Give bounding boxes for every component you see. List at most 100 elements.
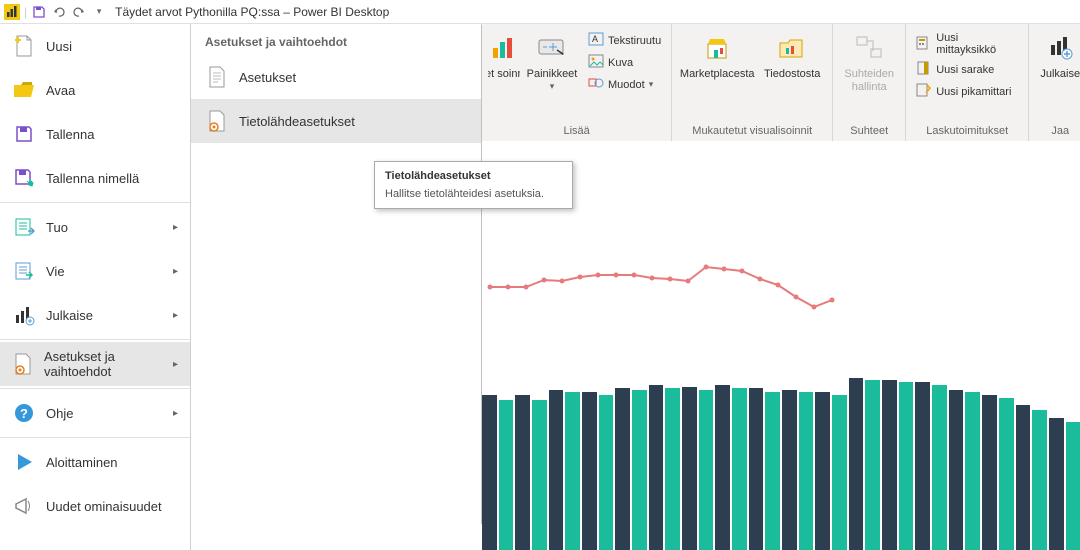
bar-dark <box>949 390 964 550</box>
publish-button[interactable]: Julkaise <box>1035 28 1080 85</box>
ribbon-group-relationships: Suhteiden hallinta Suhteet <box>833 24 906 141</box>
chevron-down-icon: ▾ <box>649 79 654 90</box>
export-icon <box>12 259 36 283</box>
submenu-title: Asetukset ja vaihtoehdot <box>191 25 481 55</box>
bar-dark <box>482 395 497 550</box>
file-menu-saveas[interactable]: Tallenna nimellä <box>0 156 190 200</box>
redo-icon[interactable] <box>71 4 87 20</box>
bar-dark <box>1049 418 1064 550</box>
file-menu-import[interactable]: Tuo ▸ <box>0 205 190 249</box>
ribbon-group-insert: det soinnit Painikkeet ▾ A Tekstiruutu <box>482 24 672 141</box>
bar-teal <box>765 392 780 550</box>
visuals-button-partial[interactable]: det soinnit <box>488 28 520 85</box>
publish-icon <box>12 303 36 327</box>
submenu-datasource-label: Tietolähdeasetukset <box>239 114 355 129</box>
bar-teal <box>499 400 514 550</box>
textbox-label: Tekstiruutu <box>608 35 661 47</box>
relationships-icon <box>853 32 885 64</box>
folder-icon <box>776 32 808 64</box>
shapes-button[interactable]: Muodot ▾ <box>584 74 665 95</box>
bar-teal <box>832 395 847 550</box>
submenu-item-datasource[interactable]: Tietolähdeasetukset <box>191 99 481 143</box>
file-menu-new[interactable]: Uusi <box>0 24 190 68</box>
bar-dark <box>615 388 630 550</box>
bar-dark <box>1016 405 1031 550</box>
file-menu: Uusi Avaa Tallenna Tallenna nimellä Tuo … <box>0 24 191 550</box>
bar-dark <box>882 380 897 550</box>
buttons-button[interactable]: Painikkeet ▾ <box>522 28 582 96</box>
file-menu-getting-started[interactable]: Aloittaminen <box>0 440 190 484</box>
bar-dark <box>649 385 664 550</box>
megaphone-icon <box>12 494 36 518</box>
measure-icon <box>916 36 932 53</box>
import-icon <box>12 215 36 239</box>
calc-stack: Uusi mittayksikkö Uusi sarake Uusi pikam… <box>912 28 1022 102</box>
chevron-down-icon: ▾ <box>550 81 555 92</box>
quick-measure-button[interactable]: Uusi pikamittari <box>912 81 1022 102</box>
quickmeasure-icon <box>916 83 932 100</box>
bar-teal <box>865 380 880 550</box>
quick-access-toolbar: | ▾ <box>4 4 107 20</box>
undo-icon[interactable] <box>51 4 67 20</box>
file-menu-help[interactable]: ? Ohje ▸ <box>0 391 190 435</box>
bar-dark <box>815 392 830 550</box>
file-menu-open-label: Avaa <box>46 83 75 98</box>
submenu-item-settings[interactable]: Asetukset <box>191 55 481 99</box>
image-button[interactable]: Kuva <box>584 52 665 73</box>
bar-dark <box>715 385 730 550</box>
fromfile-button[interactable]: Tiedostosta <box>758 28 826 85</box>
help-icon: ? <box>12 401 36 425</box>
file-menu-publish-label: Julkaise <box>46 308 93 323</box>
save-as-icon <box>12 166 36 190</box>
buttons-label: Painikkeet <box>527 68 578 81</box>
new-measure-button[interactable]: Uusi mittayksikkö <box>912 30 1022 58</box>
bar-dark <box>849 378 864 550</box>
file-menu-separator <box>0 388 190 389</box>
file-menu-export[interactable]: Vie ▸ <box>0 249 190 293</box>
file-menu-whats-new[interactable]: Uudet ominaisuudet <box>0 484 190 528</box>
settings-doc-icon <box>205 65 229 89</box>
qat-dropdown-icon[interactable]: ▾ <box>91 4 107 20</box>
file-menu-save-label: Tallenna <box>46 127 94 142</box>
bar-teal <box>999 398 1014 550</box>
button-icon <box>536 32 568 64</box>
chevron-right-icon: ▸ <box>173 310 178 321</box>
marketplace-button[interactable]: Marketplacesta <box>678 28 756 85</box>
tooltip-title: Tietolähdeasetukset <box>385 170 562 182</box>
chevron-right-icon: ▸ <box>173 266 178 277</box>
file-menu-open[interactable]: Avaa <box>0 68 190 112</box>
file-menu-new-label: Uusi <box>46 39 72 54</box>
save-icon[interactable] <box>31 4 47 20</box>
shapes-label: Muodot <box>608 79 645 91</box>
bar-dark <box>515 395 530 550</box>
tooltip: Tietolähdeasetukset Hallitse tietolähtei… <box>374 161 573 209</box>
play-icon <box>12 450 36 474</box>
file-menu-publish[interactable]: Julkaise ▸ <box>0 293 190 337</box>
bar-dark <box>782 390 797 550</box>
gear-doc-icon <box>12 352 34 376</box>
chart-icon <box>488 32 520 64</box>
ribbon-group-share: Julkaise Jaa <box>1029 24 1080 141</box>
marketplace-icon <box>701 32 733 64</box>
bar-teal <box>632 390 647 550</box>
qat-divider: | <box>24 5 27 19</box>
file-menu-save[interactable]: Tallenna <box>0 112 190 156</box>
image-label: Kuva <box>608 57 633 69</box>
file-menu-options[interactable]: Asetukset ja vaihtoehdot ▸ <box>0 342 190 386</box>
file-menu-help-label: Ohje <box>46 406 73 421</box>
group-label-relationships: Suhteet <box>850 125 888 139</box>
chevron-right-icon: ▸ <box>173 359 178 370</box>
textbox-icon: A <box>588 32 604 49</box>
bar-teal <box>1032 410 1047 550</box>
chevron-right-icon: ▸ <box>173 222 178 233</box>
new-column-button[interactable]: Uusi sarake <box>912 59 1022 80</box>
file-menu-separator <box>0 339 190 340</box>
tooltip-body: Hallitse tietolähteidesi asetuksia. <box>385 188 562 200</box>
file-menu-separator <box>0 437 190 438</box>
svg-text:A: A <box>592 34 598 44</box>
submenu-settings-label: Asetukset <box>239 70 296 85</box>
bar-teal <box>565 392 580 550</box>
bar-dark <box>749 388 764 550</box>
textbox-button[interactable]: A Tekstiruutu <box>584 30 665 51</box>
insert-stack: A Tekstiruutu Kuva Muodot ▾ <box>584 28 665 95</box>
